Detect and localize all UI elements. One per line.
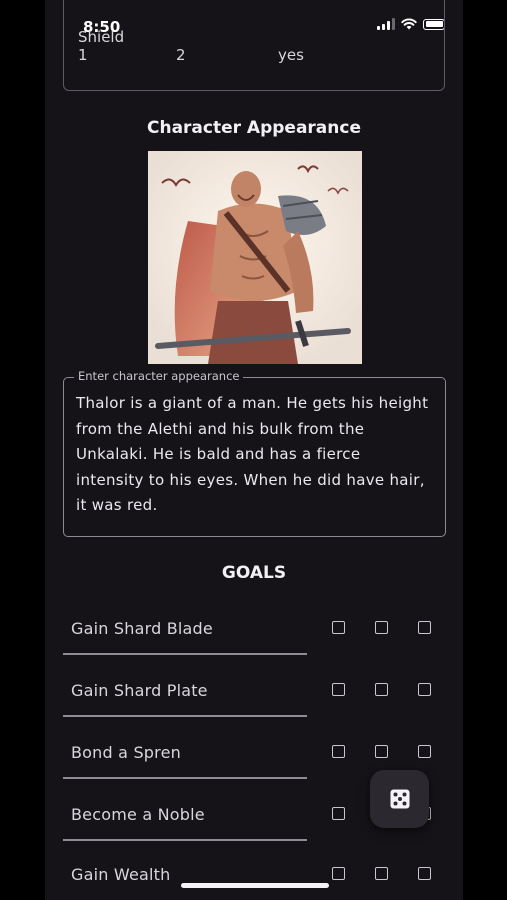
goal-checkbox[interactable] [332,745,345,758]
goal-text-field[interactable]: Bond a Spren [71,743,181,762]
goal-underline [63,777,307,779]
shield-value: yes [278,46,304,64]
appearance-field-label: Enter character appearance [74,369,244,383]
goal-checkbox[interactable] [332,867,345,880]
goal-checkbox[interactable] [375,745,388,758]
goals-title: GOALS [221,563,287,583]
goal-underline [63,839,307,841]
shield-value: 2 [176,46,186,64]
shield-card: Shield 1 2 yes [63,0,445,91]
home-indicator[interactable] [181,883,329,888]
shield-label: Shield [78,28,125,46]
goal-row: Gain Shard Blade [45,619,463,681]
goal-checkbox[interactable] [375,867,388,880]
goal-row: Gain Shard Plate [45,681,463,743]
character-appearance-title: Character Appearance [146,118,361,138]
appearance-text-field[interactable]: Enter character appearance Thalor is a g… [63,369,446,537]
goal-checkbox[interactable] [375,621,388,634]
goal-text-field[interactable]: Gain Shard Plate [71,681,208,700]
goal-checkbox[interactable] [375,683,388,696]
shield-value: 1 [78,46,88,64]
character-sheet-screen: 8:50 Shield 1 2 yes Character Appearance [45,0,463,900]
goal-text-field[interactable]: Gain Wealth [71,865,170,884]
goal-text-field[interactable]: Become a Noble [71,805,205,824]
goal-checkbox[interactable] [418,867,431,880]
goal-checkbox[interactable] [332,807,345,820]
goal-checkbox[interactable] [332,683,345,696]
goal-checkbox[interactable] [332,621,345,634]
goal-underline [63,715,307,717]
character-portrait-image[interactable] [148,151,362,364]
goal-checkbox[interactable] [418,745,431,758]
dice-icon [390,789,409,809]
goal-checkbox[interactable] [418,621,431,634]
appearance-text-value[interactable]: Thalor is a giant of a man. He gets his … [76,391,433,519]
goal-checkbox[interactable] [418,683,431,696]
goal-text-field[interactable]: Gain Shard Blade [71,619,213,638]
goal-underline [63,653,307,655]
roll-dice-button[interactable] [370,770,429,828]
